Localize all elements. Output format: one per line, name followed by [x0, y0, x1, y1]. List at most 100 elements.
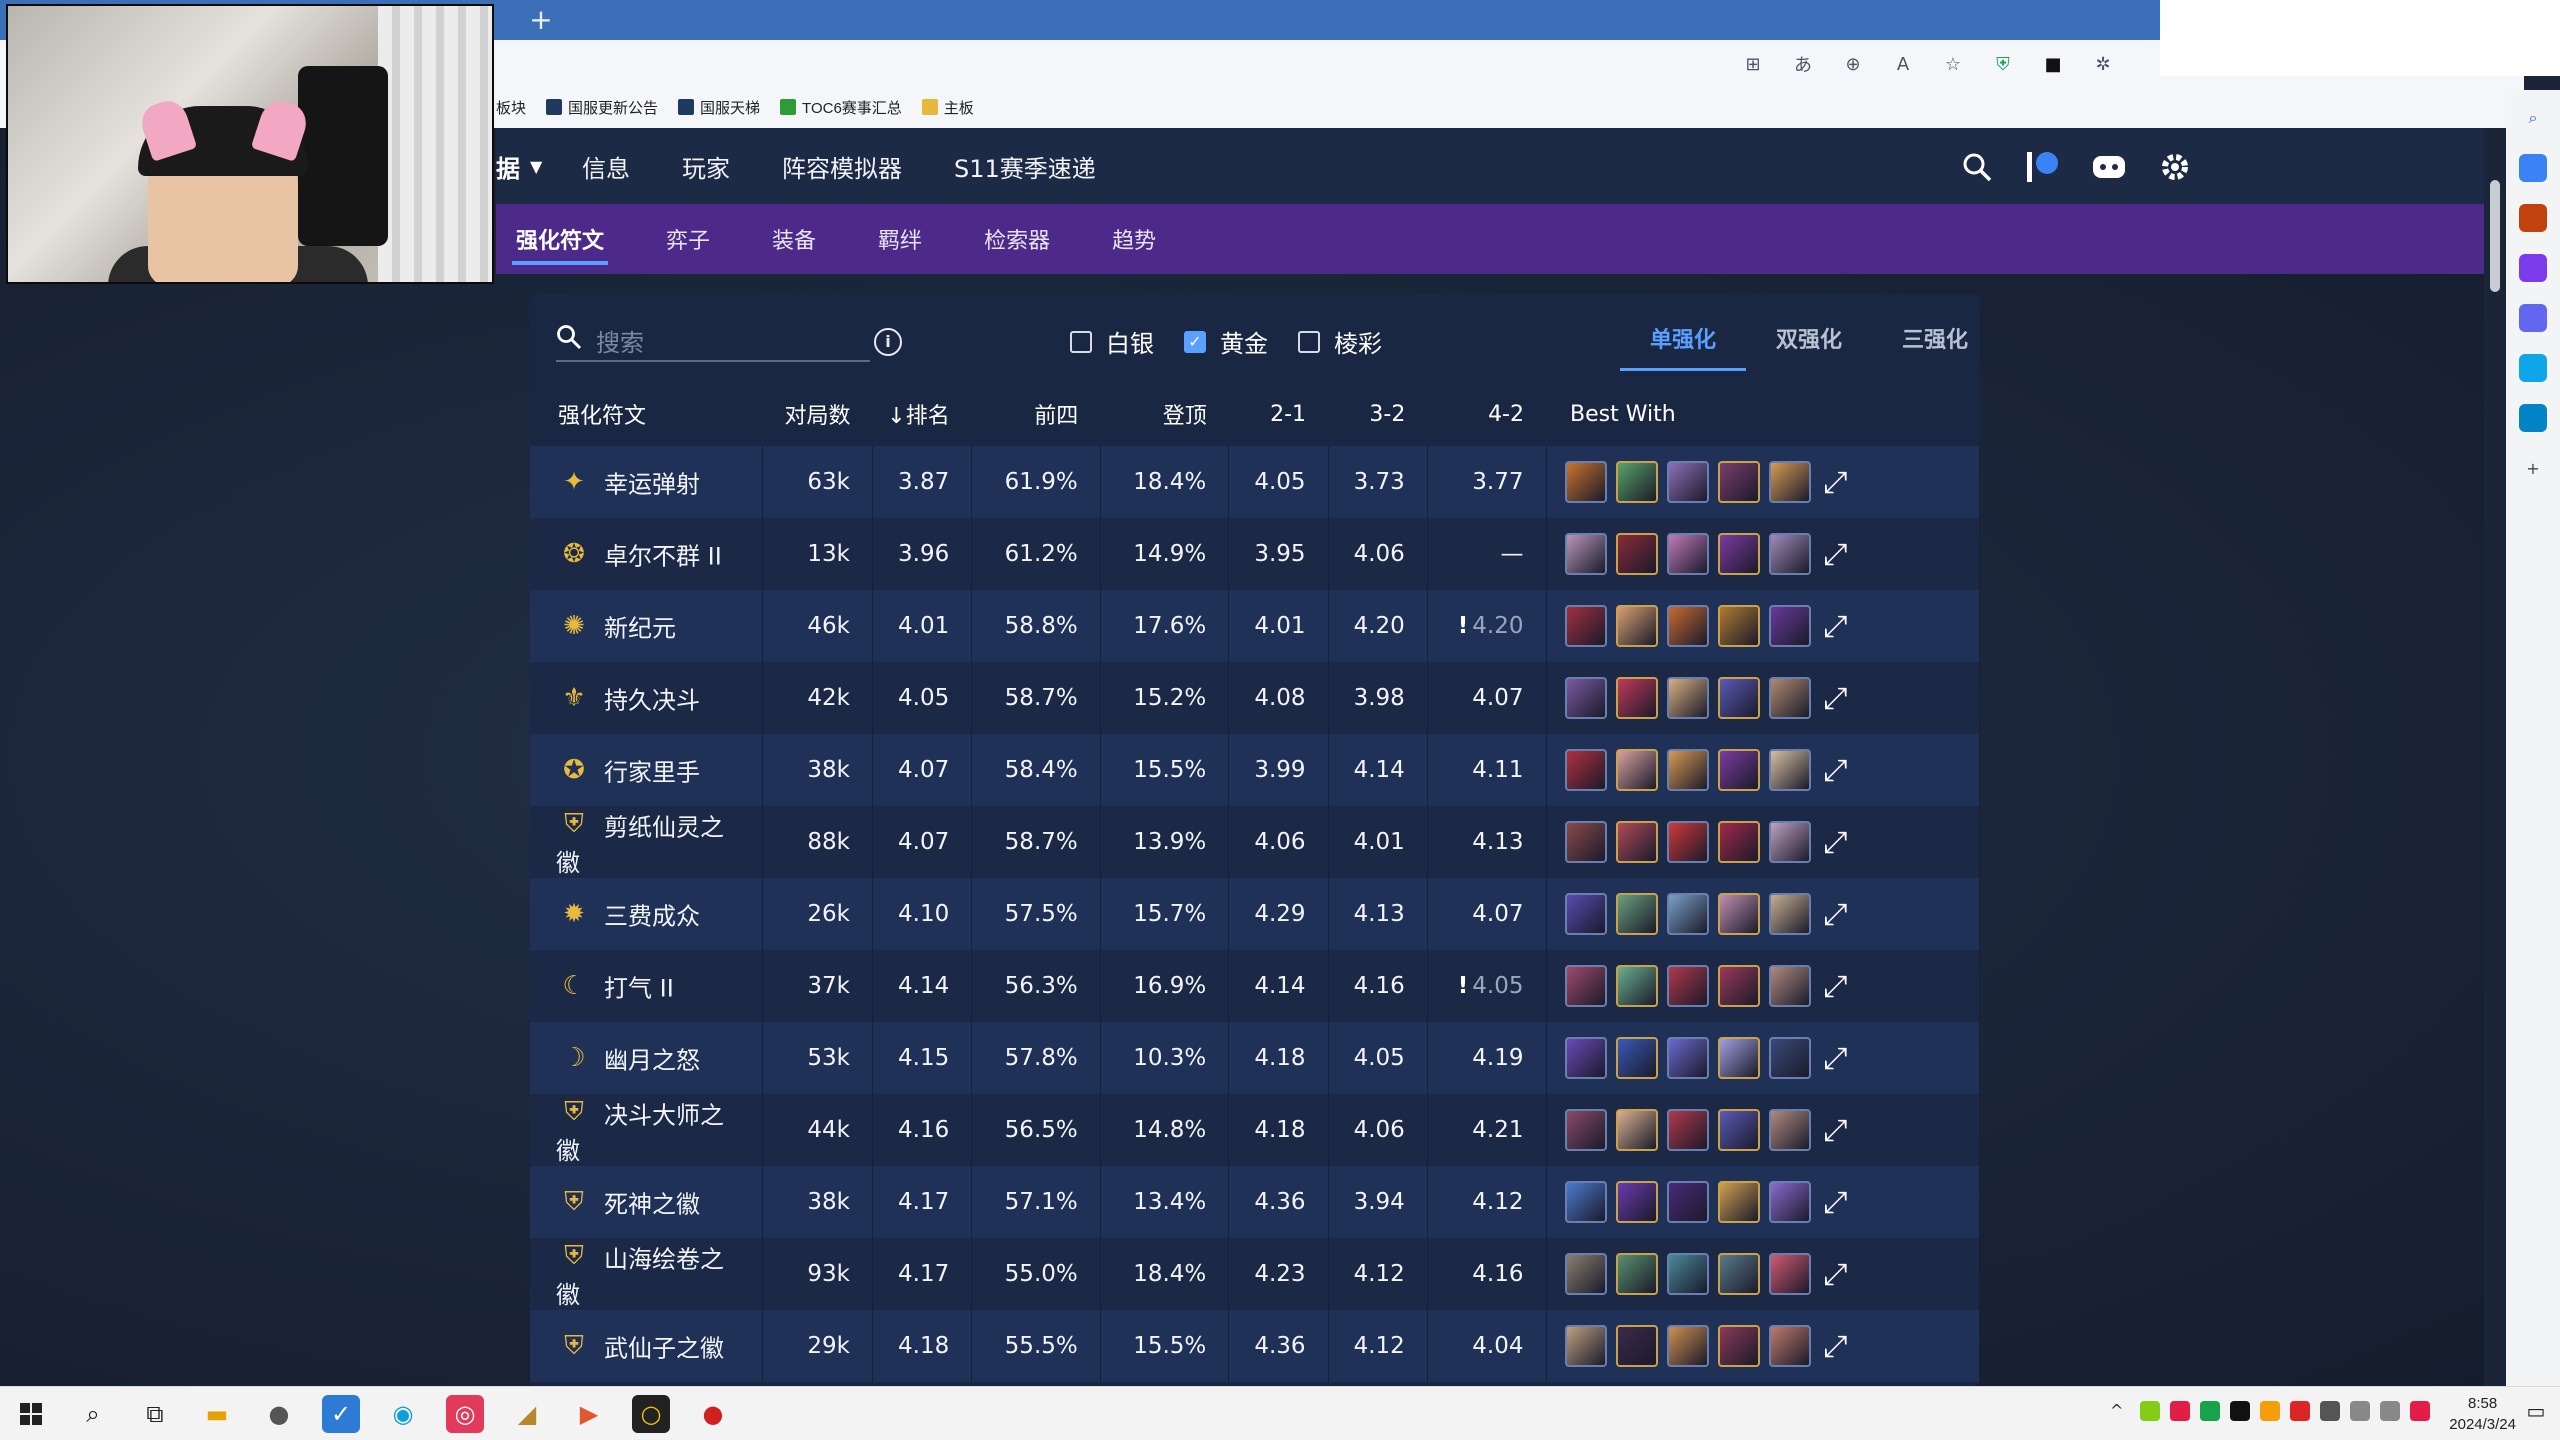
table-row[interactable]: ⚜ 持久决斗 42k 4.05 58.7% 15.2% 4.08 3.98 4.07 ⤢ [530, 662, 1980, 734]
champion-portrait[interactable] [1666, 749, 1709, 791]
col-top4[interactable]: 前四 [972, 382, 1101, 446]
tab-single-augment[interactable]: 单强化 [1620, 316, 1746, 371]
tab-triple-augment[interactable]: 三强化 [1872, 316, 1980, 371]
games-icon[interactable] [2519, 254, 2547, 282]
checkbox-unchecked[interactable] [1070, 330, 1092, 353]
office-icon[interactable] [2519, 304, 2547, 332]
expand-icon[interactable]: ⤢ [1824, 1041, 1848, 1076]
page-scrollbar[interactable] [2484, 128, 2506, 1386]
champion-portrait[interactable] [1717, 749, 1760, 791]
champion-portrait[interactable] [1768, 1109, 1811, 1151]
champion-portrait[interactable] [1615, 533, 1658, 575]
champion-portrait[interactable] [1717, 821, 1760, 863]
champion-portrait[interactable] [1717, 1109, 1760, 1151]
table-row[interactable]: ❂ 卓尔不群 II 13k 3.96 61.2% 14.9% 3.95 4.06 — ⤢ [530, 518, 1980, 590]
champion-portrait[interactable] [1615, 1109, 1658, 1151]
tab-champions[interactable]: 弈子 [666, 223, 710, 255]
augment-cell[interactable]: ✺ 新纪元 [530, 590, 764, 662]
system-clock[interactable]: 8:58 2024/3/24 [2449, 1393, 2516, 1435]
info-icon[interactable]: i [874, 328, 902, 356]
augment-cell[interactable]: ✹ 三费成众 [530, 878, 764, 950]
outlook-icon[interactable] [2519, 354, 2547, 382]
champion-portrait[interactable] [1615, 605, 1658, 647]
champion-portrait[interactable] [1768, 677, 1811, 719]
expand-icon[interactable]: ⤢ [1824, 753, 1848, 788]
champion-portrait[interactable] [1564, 893, 1607, 935]
champion-portrait[interactable] [1666, 461, 1709, 503]
send-icon[interactable] [2519, 404, 2547, 432]
translate-icon[interactable]: あ [1790, 51, 1816, 77]
table-row[interactable]: ☽ 幽月之怒 53k 4.15 57.8% 10.3% 4.18 4.05 4.19 ⤢ [530, 1022, 1980, 1094]
task-view-icon[interactable]: ⧉ [136, 1395, 174, 1433]
table-row[interactable]: ✺ 新纪元 46k 4.01 58.8% 17.6% 4.01 4.20! 4.20 ⤢ [530, 590, 1980, 662]
champion-portrait[interactable] [1717, 1181, 1760, 1223]
champion-portrait[interactable] [1564, 1181, 1607, 1223]
champion-portrait[interactable] [1666, 1109, 1709, 1151]
champion-portrait[interactable] [1768, 1181, 1811, 1223]
champion-portrait[interactable] [1666, 893, 1709, 935]
expand-icon[interactable]: ⤢ [1824, 825, 1848, 860]
search-icon[interactable]: ⌕ [74, 1395, 112, 1433]
filter-gold[interactable]: ✓ 黄金 [1184, 324, 1268, 359]
checkbox-unchecked[interactable] [1298, 330, 1320, 353]
table-row[interactable]: ☾ 打气 II 37k 4.14 56.3% 16.9% 4.14 4.16! 4.05 ⤢ [530, 950, 1980, 1022]
champion-portrait[interactable] [1666, 965, 1709, 1007]
champion-portrait[interactable] [1666, 1253, 1709, 1295]
expand-icon[interactable]: ⤢ [1824, 1185, 1848, 1220]
tray-app-icon[interactable] [2260, 1401, 2280, 1421]
augment-cell[interactable]: ☾ 打气 II [530, 950, 764, 1022]
expand-icon[interactable]: ⤢ [1824, 609, 1848, 644]
tools-icon[interactable] [2519, 204, 2547, 232]
apps-icon[interactable]: ⊞ [1740, 51, 1766, 77]
expand-icon[interactable]: ⤢ [1824, 1257, 1848, 1292]
filter-prismatic[interactable]: 棱彩 [1298, 324, 1382, 359]
search-icon[interactable] [1958, 148, 1996, 186]
nav-season-recap[interactable]: S11赛季速递 [954, 149, 1096, 184]
table-row[interactable]: ⛨ 决斗大师之徽 44k 4.16 56.5% 14.8% 4.18 4.06 4.21 ⤢ [530, 1094, 1980, 1166]
champion-portrait[interactable] [1768, 749, 1811, 791]
tray-app-icon[interactable] [2320, 1401, 2340, 1421]
table-row[interactable]: ✹ 三费成众 26k 4.10 57.5% 15.7% 4.29 4.13 4.07 ⤢ [530, 878, 1980, 950]
read-aloud-icon[interactable]: A [1890, 51, 1916, 77]
champion-portrait[interactable] [1564, 533, 1607, 575]
champion-portrait[interactable] [1615, 1325, 1658, 1367]
tray-app-icon[interactable] [2200, 1401, 2220, 1421]
augment-cell[interactable]: ⛨ 死神之徽 [530, 1166, 764, 1238]
bookmark-item[interactable]: TOC6赛事汇总 [780, 97, 902, 118]
expand-icon[interactable]: ⤢ [1824, 1329, 1848, 1364]
table-row[interactable]: ✪ 行家里手 38k 4.07 58.4% 15.5% 3.99 4.14 4.11 ⤢ [530, 734, 1980, 806]
app-icon-orange[interactable]: ▶ [570, 1395, 608, 1433]
champion-portrait[interactable] [1666, 605, 1709, 647]
table-row[interactable]: ✦ 幸运弹射 63k 3.87 61.9% 18.4% 4.05 3.73 3.77 ⤢ [530, 446, 1980, 518]
champion-portrait[interactable] [1564, 749, 1607, 791]
nav-info[interactable]: 信息 [582, 149, 630, 184]
champion-portrait[interactable] [1564, 821, 1607, 863]
table-row[interactable]: ⛨ 死神之徽 38k 4.17 57.1% 13.4% 4.36 3.94 4.12 ⤢ [530, 1166, 1980, 1238]
champion-portrait[interactable] [1717, 893, 1760, 935]
col-games[interactable]: 对局数 [763, 382, 873, 446]
champion-portrait[interactable] [1717, 605, 1760, 647]
tab-double-augment[interactable]: 双强化 [1746, 316, 1872, 371]
champion-portrait[interactable] [1564, 1325, 1607, 1367]
volume-icon[interactable] [2380, 1401, 2400, 1421]
league-client-icon[interactable]: ◢ [508, 1395, 546, 1433]
tray-app-icon[interactable] [2290, 1401, 2310, 1421]
bookmark-item[interactable]: 板块 [496, 97, 526, 118]
col-avg-rank[interactable]: ↓排名 [872, 382, 971, 446]
champion-portrait[interactable] [1768, 1253, 1811, 1295]
champion-portrait[interactable] [1717, 533, 1760, 575]
windows-start-icon[interactable] [12, 1395, 50, 1433]
bookmark-item[interactable]: 国服更新公告 [546, 97, 658, 118]
champion-portrait[interactable] [1615, 893, 1658, 935]
champion-portrait[interactable] [1666, 677, 1709, 719]
tab-explorer[interactable]: 检索器 [984, 223, 1050, 255]
champion-portrait[interactable] [1717, 965, 1760, 1007]
search-icon[interactable]: ⌕ [2519, 104, 2547, 132]
tab-items[interactable]: 装备 [772, 223, 816, 255]
discord-icon[interactable] [2090, 148, 2128, 186]
champion-portrait[interactable] [1564, 461, 1607, 503]
table-row[interactable]: ⛨ 剪纸仙灵之徽 88k 4.07 58.7% 13.9% 4.06 4.01 4.13 ⤢ [530, 806, 1980, 878]
champion-portrait[interactable] [1717, 1253, 1760, 1295]
microphone-app-icon[interactable]: ● [260, 1395, 298, 1433]
tab-traits[interactable]: 羁绊 [878, 223, 922, 255]
